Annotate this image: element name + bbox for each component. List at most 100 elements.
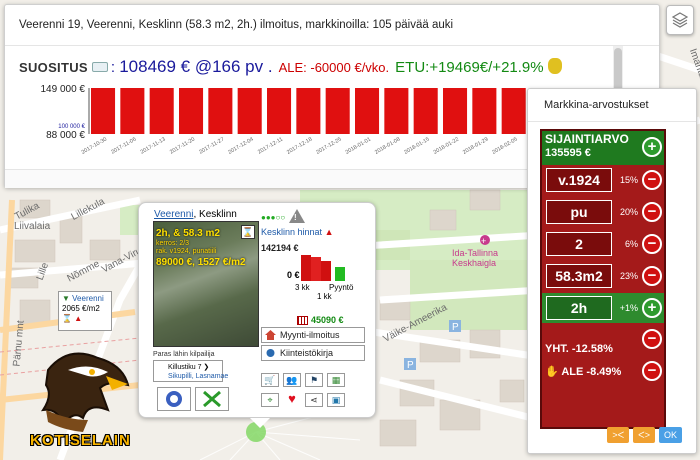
street-view-button[interactable] xyxy=(157,387,191,411)
share-button[interactable]: ⋖ xyxy=(305,393,323,407)
x-tick-label: 2018-01-29 xyxy=(462,137,489,156)
price-history-chart: 149 000 €100 000 €88 000 €2017-10-30 2017… xyxy=(41,84,526,156)
layers-button[interactable] xyxy=(666,5,694,35)
y-tick-label: 88 000 € xyxy=(46,130,85,141)
x-tick-label: 2017-11-20 xyxy=(169,137,196,156)
valuation-row-year: v.1924 15% − xyxy=(542,165,664,195)
listing-popup: Veerenni, Kesklinn 2h, & 58.3 m2 kerros:… xyxy=(138,202,376,418)
photo-floor: kerros: 2/3 xyxy=(156,240,190,247)
size-minus-button[interactable]: − xyxy=(642,266,662,286)
sale-listing-button[interactable]: Myynti-ilmoitus xyxy=(261,327,365,343)
district-link[interactable]: Veerenni xyxy=(154,209,193,220)
bars-label-1kk: 1 kk xyxy=(317,292,332,301)
price-bar xyxy=(413,88,438,134)
competitor-link[interactable]: Killustiku 7 ❯ Sikupilli, Lasnamae xyxy=(153,360,228,382)
x-tick-label: 2018-01-15 xyxy=(403,137,430,156)
hand-icon: ✋ xyxy=(545,366,559,378)
popup-title: Veerenni, Kesklinn xyxy=(154,209,237,220)
discount-minus-button[interactable]: − xyxy=(642,361,662,381)
house-icon xyxy=(265,330,276,340)
cart-button[interactable]: 🛒 xyxy=(261,373,279,387)
valuation-row-material: pu 20% − xyxy=(542,197,664,227)
photo-build-year: rak. v1924, punatiili xyxy=(156,248,217,255)
floor-icon: 2 xyxy=(546,232,612,256)
pin-button[interactable]: ⌖ xyxy=(261,393,279,407)
flag-button[interactable]: ⚑ xyxy=(305,373,323,387)
nearest-competitor-label: Paras lähin kilpailija xyxy=(153,351,215,358)
location-plus-button[interactable]: + xyxy=(642,137,662,157)
listing-flag-popup[interactable]: ▼ Veerenni 2065 €/m2 ⌛ ▲ xyxy=(58,291,112,331)
expand-button[interactable]: ᐸ> xyxy=(633,427,655,443)
register-icon xyxy=(266,349,275,357)
print-button[interactable]: ▣ xyxy=(327,393,345,407)
x-tick-label: 2017-12-11 xyxy=(257,137,284,156)
popup-tail xyxy=(250,418,270,428)
total-minus-button[interactable]: − xyxy=(642,329,662,349)
year-icon: v.1924 xyxy=(546,168,612,192)
x-tick-label: 2017-11-13 xyxy=(140,137,167,156)
price-bar xyxy=(501,88,526,134)
layers-icon xyxy=(671,12,689,28)
material-minus-button[interactable]: − xyxy=(642,202,662,222)
logo-text: KOTISELAIN xyxy=(30,432,131,449)
ok-button[interactable]: OK xyxy=(658,427,682,443)
price-bar xyxy=(237,88,262,134)
pager-dots[interactable]: ●●●○○ xyxy=(261,213,285,222)
location-value-label: SIJAINTIARVO 135595 € xyxy=(545,132,629,160)
card-icon[interactable] xyxy=(91,62,108,72)
globe-icon xyxy=(166,391,182,407)
floor-minus-button[interactable]: − xyxy=(642,234,662,254)
listing-header: Veerenni 19, Veerenni, Kesklinn (58.3 m2… xyxy=(19,19,454,31)
warning-icon[interactable] xyxy=(289,209,305,223)
price-bar xyxy=(443,88,468,134)
price-bar xyxy=(355,88,380,134)
recommended-price: 108469 € @166 pv . xyxy=(119,57,273,76)
svg-text:+: + xyxy=(481,236,486,246)
discount-adjustment: ✋ ALE -8.49% xyxy=(545,366,622,378)
share-icon: ⋖ xyxy=(310,395,318,405)
price-bar xyxy=(296,88,321,134)
family-button[interactable]: 👥 xyxy=(283,373,301,387)
advantage-text: ETU:+19469€/+21.9% xyxy=(395,59,544,76)
pin-icon: ⌖ xyxy=(267,395,273,405)
year-minus-button[interactable]: − xyxy=(642,170,662,190)
valuation-row-size: 58.3m2 23% − xyxy=(542,261,664,291)
y-tick-label: 149 000 € xyxy=(41,84,86,95)
valuation-row-rooms: 2h +1% + xyxy=(542,293,664,323)
x-tick-label: 2017-11-27 xyxy=(198,137,225,156)
rooms-plus-button[interactable]: + xyxy=(642,298,662,318)
compare-button[interactable] xyxy=(195,387,229,411)
moneybag-icon xyxy=(547,58,562,74)
district-price-bottom: 45090 € xyxy=(311,315,344,325)
price-bar xyxy=(325,88,350,134)
material-icon: pu xyxy=(546,200,612,224)
price-bar xyxy=(472,88,497,134)
collapse-button[interactable]: >ᐸ xyxy=(607,427,630,443)
price-bar xyxy=(91,88,116,134)
listing-photo[interactable]: 2h, & 58.3 m2 kerros: 2/3 rak. v1924, pu… xyxy=(153,221,259,347)
svg-text:P: P xyxy=(452,322,459,333)
heart-icon: ♥ xyxy=(288,391,296,406)
x-tick-label: 2017-12-18 xyxy=(286,137,313,156)
property-register-button[interactable]: Kiinteistökirja xyxy=(261,345,365,361)
bars-label-3kk: 3 kk xyxy=(295,283,310,292)
x-tick-label: 2017-12-25 xyxy=(315,137,342,156)
price-bar xyxy=(208,88,233,134)
price-bar xyxy=(267,88,292,134)
photo-price: 89000 €, 1527 €/m2 xyxy=(156,257,246,268)
svg-text:P: P xyxy=(407,360,414,371)
price-bar xyxy=(179,88,204,134)
favorite-button[interactable]: ♥ xyxy=(283,391,301,407)
map-button[interactable]: ▦ xyxy=(327,373,345,387)
discount-text: ALE: -60000 €/vko. xyxy=(278,60,390,75)
market-title: Markkina-arvostukset xyxy=(544,99,649,111)
photo-rooms-size: 2h, & 58.3 m2 xyxy=(156,228,220,239)
size-icon: 58.3m2 xyxy=(546,264,612,288)
x-tick-label: 2017-12-04 xyxy=(227,137,254,156)
hospital-label: Ida-Tallinna Keskhaigla xyxy=(452,248,499,268)
family-icon: 👥 xyxy=(286,375,298,385)
price-bar xyxy=(384,88,409,134)
location-value-row: SIJAINTIARVO 135595 € + xyxy=(542,131,664,165)
suositus-label: SUOSITUS xyxy=(19,60,88,75)
price-bar xyxy=(120,88,145,134)
